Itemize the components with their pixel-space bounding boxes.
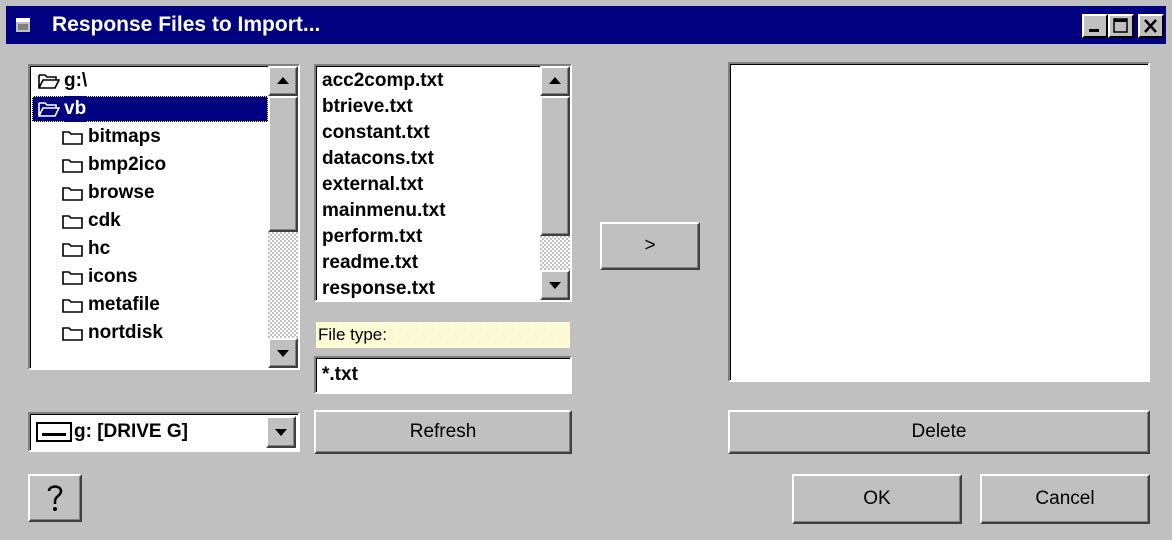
- file-type-label: File type:: [316, 322, 570, 348]
- cancel-button[interactable]: Cancel: [980, 474, 1150, 524]
- folder-icon: [62, 271, 83, 285]
- cancel-button-label: Cancel: [1035, 488, 1095, 509]
- directory-item[interactable]: g:\: [32, 68, 268, 94]
- refresh-button-label: Refresh: [409, 421, 477, 442]
- folder-icon: [62, 327, 83, 341]
- file-item[interactable]: perform.txt: [322, 224, 422, 250]
- directory-item-label: bmp2ico: [88, 154, 167, 175]
- folder-open-icon: [38, 74, 60, 89]
- close-icon: [1144, 19, 1157, 33]
- file-type-field[interactable]: *.txt: [314, 356, 572, 394]
- directory-scrollbar[interactable]: [268, 66, 298, 368]
- file-item[interactable]: acc2comp.txt: [322, 68, 443, 94]
- directory-item[interactable]: vb: [32, 96, 268, 122]
- arrow-up-icon: [277, 77, 289, 84]
- file-type-value[interactable]: *.txt: [322, 364, 358, 386]
- drive-icon: [36, 422, 72, 442]
- add-file-button-label: >: [644, 235, 656, 256]
- maximize-icon: [1113, 18, 1128, 33]
- folder-icon: [62, 215, 83, 229]
- dialog-window: Response Files to Import... g:\ vb bitmaps…: [0, 0, 1172, 540]
- file-scroll-thumb[interactable]: [540, 96, 570, 236]
- close-button[interactable]: [1138, 14, 1164, 38]
- directory-item-label: vb: [64, 96, 87, 122]
- folder-open-icon: [38, 102, 60, 117]
- drive-select[interactable]: g: [DRIVE G]: [28, 412, 300, 452]
- folder-icon: [62, 243, 83, 257]
- directory-item[interactable]: icons: [32, 264, 268, 290]
- arrow-down-icon: [277, 350, 289, 357]
- directory-item-label: cdk: [88, 210, 121, 231]
- dir-scroll-down-button[interactable]: [268, 338, 298, 368]
- directory-list[interactable]: g:\ vb bitmaps bmp2ico browse cdk hc icons metaf…: [28, 64, 300, 370]
- dir-scroll-thumb[interactable]: [268, 96, 298, 232]
- arrow-down-icon: [549, 282, 561, 289]
- ok-button-label: OK: [863, 488, 891, 509]
- file-scrollbar[interactable]: [540, 66, 570, 300]
- drive-select-value: g: [DRIVE G]: [74, 421, 188, 442]
- directory-item[interactable]: browse: [32, 180, 268, 206]
- file-item[interactable]: mainmenu.txt: [322, 198, 446, 224]
- file-scroll-down-button[interactable]: [540, 270, 570, 300]
- file-item[interactable]: datacons.txt: [322, 146, 434, 172]
- directory-item[interactable]: cdk: [32, 208, 268, 234]
- selected-files-list[interactable]: [728, 62, 1150, 382]
- file-item[interactable]: response.txt: [322, 276, 435, 300]
- directory-item[interactable]: nortdisk: [32, 320, 268, 346]
- directory-item-label: hc: [88, 238, 111, 259]
- folder-icon: [62, 131, 83, 145]
- directory-item-label: browse: [88, 182, 155, 203]
- directory-item-label: g:\: [64, 70, 88, 91]
- ok-button[interactable]: OK: [792, 474, 962, 524]
- file-scroll-up-button[interactable]: [540, 66, 570, 96]
- folder-icon: [62, 299, 83, 313]
- maximize-button[interactable]: [1108, 14, 1134, 38]
- folder-icon: [62, 187, 83, 201]
- directory-item-label: icons: [88, 266, 138, 287]
- minimize-button[interactable]: [1082, 14, 1108, 38]
- file-list[interactable]: acc2comp.txt btrieve.txt constant.txt datac…: [314, 64, 572, 302]
- file-item[interactable]: readme.txt: [322, 250, 418, 276]
- help-icon: [47, 485, 63, 511]
- delete-button-label: Delete: [911, 421, 967, 442]
- delete-button[interactable]: Delete: [728, 410, 1150, 454]
- drive-dropdown-button[interactable]: [266, 416, 296, 448]
- refresh-button[interactable]: Refresh: [314, 410, 572, 454]
- file-item[interactable]: external.txt: [322, 172, 423, 198]
- directory-item-label: metafile: [88, 294, 160, 315]
- file-item[interactable]: btrieve.txt: [322, 94, 413, 120]
- chevron-down-icon: [275, 429, 287, 436]
- arrow-up-icon: [549, 77, 561, 84]
- app-icon: [16, 18, 30, 32]
- window-title: Response Files to Import...: [52, 13, 321, 36]
- folder-icon: [62, 159, 83, 173]
- add-file-button[interactable]: >: [600, 222, 700, 270]
- directory-item-label: bitmaps: [88, 126, 161, 147]
- directory-item-label: nortdisk: [88, 322, 163, 343]
- help-button[interactable]: [28, 474, 82, 522]
- directory-item[interactable]: metafile: [32, 292, 268, 318]
- file-item[interactable]: constant.txt: [322, 120, 430, 146]
- dir-scroll-up-button[interactable]: [268, 66, 298, 96]
- directory-item[interactable]: bmp2ico: [32, 152, 268, 178]
- title-bar[interactable]: Response Files to Import...: [6, 6, 1166, 44]
- minimize-icon: [1089, 29, 1099, 32]
- directory-item[interactable]: bitmaps: [32, 124, 268, 150]
- directory-item[interactable]: hc: [32, 236, 268, 262]
